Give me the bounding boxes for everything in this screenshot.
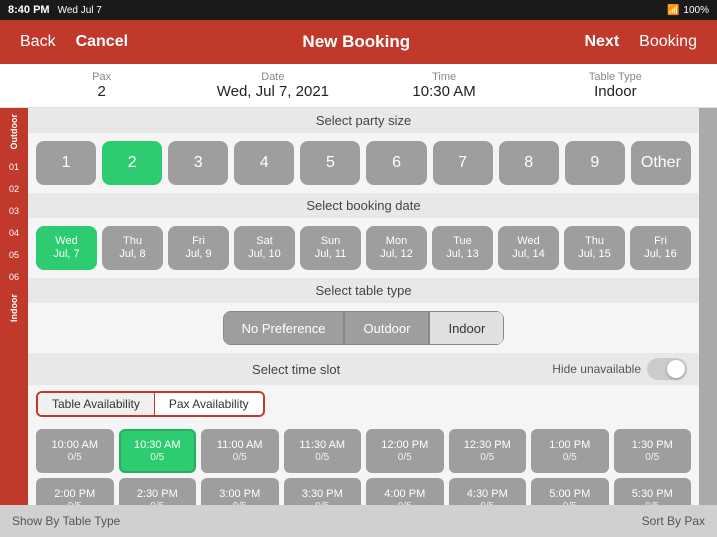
date-btn-5[interactable]: MonJul, 12 — [366, 226, 427, 270]
back-button[interactable]: Back — [12, 29, 64, 55]
summary-row: Pax 2 Date Wed, Jul 7, 2021 Time 10:30 A… — [0, 64, 717, 108]
party-size-btn-2[interactable]: 2 — [102, 141, 162, 185]
summary-date: Date Wed, Jul 7, 2021 — [187, 71, 358, 100]
time-slot-btn-9[interactable]: 2:30 PM0/5 — [119, 478, 197, 505]
nav-bar: Back Cancel New Booking Next Booking — [0, 20, 717, 64]
time-slot-header: Select time slot — [40, 362, 552, 377]
time-slot-btn-7[interactable]: 1:30 PM0/5 — [614, 429, 692, 473]
party-size-btn-9[interactable]: 9 — [565, 141, 625, 185]
cancel-button[interactable]: Cancel — [68, 29, 136, 55]
party-size-header: Select party size — [28, 108, 699, 133]
date-btn-3[interactable]: SatJul, 10 — [234, 226, 295, 270]
party-size-btn-4[interactable]: 4 — [234, 141, 294, 185]
avail-tab-1[interactable]: Pax Availability — [155, 393, 263, 415]
avail-tab-0[interactable]: Table Availability — [38, 393, 155, 415]
table-type-header: Select table type — [28, 278, 699, 303]
battery-label: 100% — [683, 5, 709, 16]
time-slot-btn-0[interactable]: 10:00 AM0/5 — [36, 429, 114, 473]
time-slots-grid: 10:00 AM0/510:30 AM0/511:00 AM0/511:30 A… — [28, 423, 699, 505]
time-slot-btn-1[interactable]: 10:30 AM0/5 — [119, 429, 197, 473]
date-btn-7[interactable]: WedJul, 14 — [498, 226, 559, 270]
time-slot-btn-13[interactable]: 4:30 PM0/5 — [449, 478, 527, 505]
pax-value: 2 — [16, 83, 187, 100]
hide-unavailable-section: Hide unavailable — [552, 358, 687, 380]
show-by-table-type-button[interactable]: Show By Table Type — [12, 514, 120, 528]
nav-title: New Booking — [302, 32, 410, 52]
table-type-btn-indoor[interactable]: Indoor — [429, 311, 504, 345]
date-btn-0[interactable]: WedJul, 7 — [36, 226, 97, 270]
date-btn-8[interactable]: ThuJul, 15 — [564, 226, 625, 270]
party-size-btn-Other[interactable]: Other — [631, 141, 691, 185]
party-size-btn-6[interactable]: 6 — [366, 141, 426, 185]
table-type-value: Indoor — [530, 83, 701, 100]
party-size-btn-1[interactable]: 1 — [36, 141, 96, 185]
time-value: 10:30 AM — [359, 83, 530, 100]
avail-tabs-wrapper: Table AvailabilityPax Availability — [36, 391, 265, 417]
table-type-btn-outdoor[interactable]: Outdoor — [344, 311, 429, 345]
time-slot-btn-6[interactable]: 1:00 PM0/5 — [531, 429, 609, 473]
party-size-btn-3[interactable]: 3 — [168, 141, 228, 185]
table-type-label: Table Type — [530, 71, 701, 83]
date-btn-1[interactable]: ThuJul, 8 — [102, 226, 163, 270]
bottom-bar: Show By Table Type Sort By Pax — [0, 505, 717, 537]
hide-unavailable-toggle[interactable] — [647, 358, 687, 380]
time-slot-btn-8[interactable]: 2:00 PM0/5 — [36, 478, 114, 505]
pax-label: Pax — [16, 71, 187, 83]
date-label: Date — [187, 71, 358, 83]
time-slot-btn-4[interactable]: 12:00 PM0/5 — [366, 429, 444, 473]
time-slot-btn-2[interactable]: 11:00 AM0/5 — [201, 429, 279, 473]
summary-table-type: Table Type Indoor — [530, 71, 701, 100]
table-type-row: No PreferenceOutdoorIndoor — [28, 303, 699, 353]
status-date: Wed Jul 7 — [58, 5, 102, 16]
booking-button[interactable]: Booking — [631, 29, 705, 55]
wifi-icon: 📶 — [667, 5, 679, 16]
status-bar: 8:40 PM Wed Jul 7 📶 100% — [0, 0, 717, 20]
hide-unavailable-label: Hide unavailable — [552, 362, 641, 376]
indoor-label: Indoor — [9, 294, 19, 322]
time-slot-btn-3[interactable]: 11:30 AM0/5 — [284, 429, 362, 473]
summary-pax: Pax 2 — [16, 71, 187, 100]
time-slot-btn-5[interactable]: 12:30 PM0/5 — [449, 429, 527, 473]
party-size-btn-5[interactable]: 5 — [300, 141, 360, 185]
time-slot-btn-10[interactable]: 3:00 PM0/5 — [201, 478, 279, 505]
time-label: Time — [359, 71, 530, 83]
summary-time: Time 10:30 AM — [359, 71, 530, 100]
status-time: 8:40 PM — [8, 4, 50, 16]
party-size-btn-8[interactable]: 8 — [499, 141, 559, 185]
time-slot-btn-14[interactable]: 5:00 PM0/5 — [531, 478, 609, 505]
sort-by-pax-button[interactable]: Sort By Pax — [642, 514, 705, 528]
date-btn-2[interactable]: FriJul, 9 — [168, 226, 229, 270]
right-panel — [699, 108, 717, 505]
main-content: Select party size 123456789Other Select … — [28, 108, 699, 505]
date-value: Wed, Jul 7, 2021 — [187, 83, 358, 100]
time-slot-header-row: Select time slot Hide unavailable — [28, 353, 699, 385]
date-btn-9[interactable]: FriJul, 16 — [630, 226, 691, 270]
party-size-grid: 123456789Other — [28, 133, 699, 193]
time-slot-btn-12[interactable]: 4:00 PM0/5 — [366, 478, 444, 505]
time-slot-btn-11[interactable]: 3:30 PM0/5 — [284, 478, 362, 505]
table-type-btn-no-preference[interactable]: No Preference — [223, 311, 345, 345]
date-btn-6[interactable]: TueJul, 13 — [432, 226, 493, 270]
date-btn-4[interactable]: SunJul, 11 — [300, 226, 361, 270]
avail-tabs-section: Table AvailabilityPax Availability — [28, 385, 699, 423]
outdoor-label: Outdoor — [9, 114, 19, 150]
party-size-btn-7[interactable]: 7 — [433, 141, 493, 185]
booking-date-header: Select booking date — [28, 193, 699, 218]
side-labels: Outdoor 01 02 03 04 05 06 Indoor — [0, 108, 28, 505]
next-button[interactable]: Next — [576, 29, 627, 55]
time-slot-btn-15[interactable]: 5:30 PM0/5 — [614, 478, 692, 505]
booking-date-row: WedJul, 7ThuJul, 8FriJul, 9SatJul, 10Sun… — [28, 218, 699, 278]
